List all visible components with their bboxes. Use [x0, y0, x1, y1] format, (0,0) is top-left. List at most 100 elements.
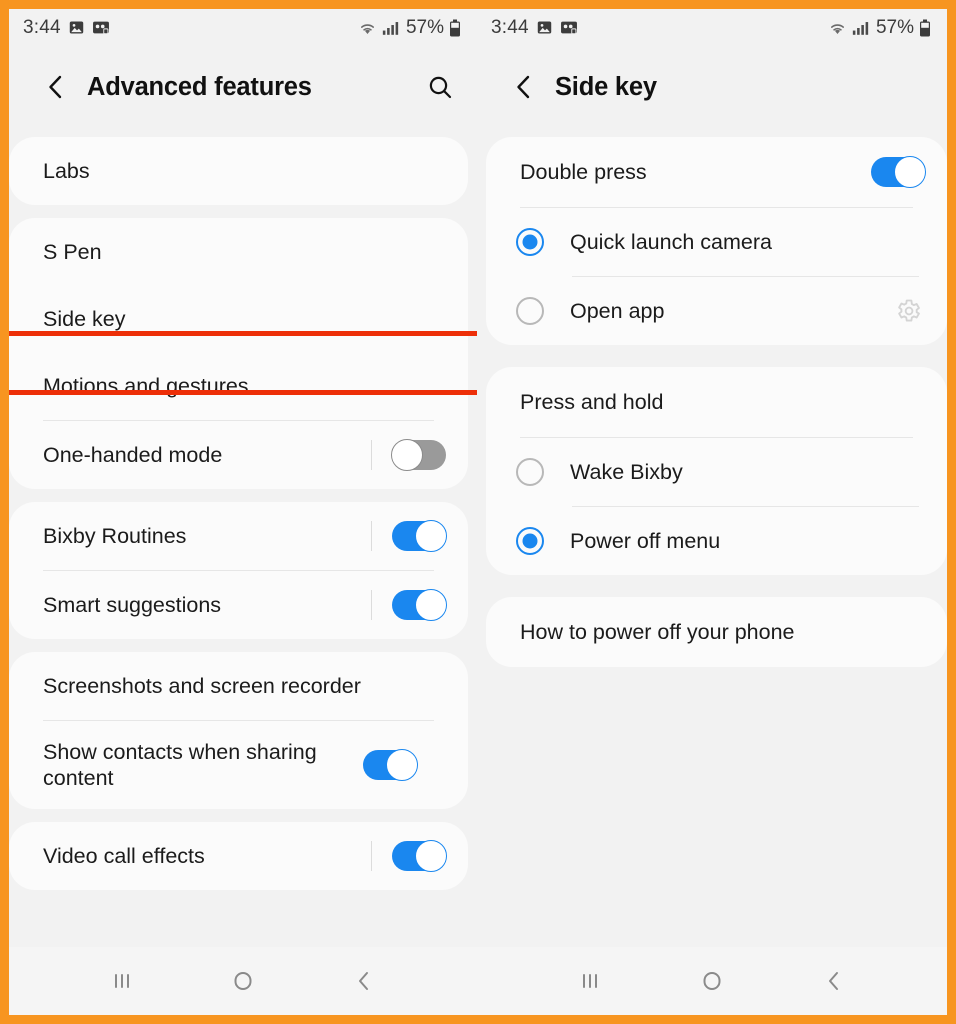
status-bar-right: 3:44 57%: [477, 9, 947, 46]
toggle-separator: [371, 841, 372, 871]
cellular-signal-icon: [382, 20, 399, 36]
list-item-label: One-handed mode: [43, 442, 223, 467]
page-title-left: Advanced features: [87, 72, 312, 101]
back-chevron-icon: [517, 75, 530, 99]
list-item-show-contacts-when-sharing-content[interactable]: Show contacts when sharing content: [9, 721, 468, 809]
gear-icon: [898, 299, 920, 322]
back-button-left[interactable]: [39, 70, 73, 104]
home-icon: [703, 972, 721, 990]
list-item-labs[interactable]: Labs: [9, 137, 468, 205]
show-contacts-toggle[interactable]: [343, 749, 418, 781]
battery-icon: [919, 19, 931, 37]
toggle-switch-off[interactable]: [391, 439, 446, 471]
list-item-quick-launch-camera[interactable]: Quick launch camera: [486, 208, 947, 276]
app-bar-left: Advanced features: [9, 46, 477, 128]
recents-icon: [583, 974, 597, 988]
navigation-bar-left: [9, 947, 477, 1015]
radio-button-selected[interactable]: [516, 527, 544, 555]
recents-button[interactable]: [96, 958, 148, 1004]
toggle-switch-on[interactable]: [363, 749, 418, 781]
toggle-knob: [415, 589, 447, 621]
press-and-hold-card: Press and hold Wake Bixby Power off menu: [486, 367, 947, 575]
bixby-routines-toggle[interactable]: [355, 520, 447, 552]
list-item-screenshots-and-screen-recorder[interactable]: Screenshots and screen recorder: [9, 652, 468, 720]
back-button-right[interactable]: [507, 70, 541, 104]
app-bar-right: Side key: [477, 46, 947, 128]
battery-percent-label: 57%: [405, 16, 444, 38]
left-phone-panel: 3:44 57% Advanced features Labs S Pen Si…: [9, 9, 477, 1015]
status-right-group: 57%: [828, 17, 931, 39]
double-press-toggle[interactable]: [855, 156, 926, 188]
page-title-right: Side key: [555, 72, 657, 101]
image-icon: [68, 19, 85, 36]
search-icon: [429, 76, 452, 99]
list-item-bixby-routines[interactable]: Bixby Routines: [9, 502, 468, 570]
back-icon: [829, 972, 838, 990]
open-app-settings-button[interactable]: [891, 294, 925, 328]
list-item-label: S Pen: [43, 239, 102, 264]
video-call-effects-toggle[interactable]: [355, 840, 447, 872]
recents-button[interactable]: [564, 958, 616, 1004]
list-item-smart-suggestions[interactable]: Smart suggestions: [9, 571, 468, 639]
status-clock: 3:44: [491, 16, 529, 38]
settings-card: Bixby Routines Smart suggestions: [9, 502, 468, 639]
settings-list-left[interactable]: Labs S Pen Side key Motions and gestures…: [9, 128, 477, 947]
list-item-one-handed-mode[interactable]: One-handed mode: [9, 421, 468, 489]
home-button[interactable]: [686, 958, 738, 1004]
list-item-motions-and-gestures[interactable]: Motions and gestures: [9, 352, 468, 420]
list-item-label: Bixby Routines: [43, 523, 187, 548]
list-item-open-app[interactable]: Open app: [486, 277, 947, 345]
toggle-knob: [391, 439, 423, 471]
smart-suggestions-toggle[interactable]: [355, 589, 447, 621]
radio-button-unselected[interactable]: [516, 297, 544, 325]
list-item-label: Side key: [43, 306, 126, 331]
list-item-label: Power off menu: [570, 528, 721, 553]
list-item-s-pen[interactable]: S Pen: [9, 218, 468, 286]
settings-list-right[interactable]: Double press Quick launch camera Open ap…: [477, 128, 947, 947]
list-item-video-call-effects[interactable]: Video call effects: [9, 822, 468, 890]
list-item-side-key[interactable]: Side key: [9, 286, 468, 352]
double-press-card: Double press Quick launch camera Open ap…: [486, 137, 947, 345]
radio-button-selected[interactable]: [516, 228, 544, 256]
back-button-nav[interactable]: [808, 958, 860, 1004]
home-button[interactable]: [217, 958, 269, 1004]
list-item-label: How to power off your phone: [520, 619, 795, 644]
screenshot-frame: 3:44 57% Advanced features Labs S Pen Si…: [0, 0, 956, 1024]
list-item-label: Wake Bixby: [570, 459, 683, 484]
search-button[interactable]: [423, 70, 457, 104]
back-button-nav[interactable]: [338, 958, 390, 1004]
list-item-press-and-hold: Press and hold: [486, 367, 947, 437]
recents-icon: [114, 974, 129, 988]
cellular-signal-icon: [852, 20, 869, 36]
battery-percent-label: 57%: [875, 16, 914, 38]
toggle-switch-on[interactable]: [392, 840, 447, 872]
status-left-group: 3:44: [23, 17, 110, 39]
toggle-knob: [415, 840, 447, 872]
list-item-wake-bixby[interactable]: Wake Bixby: [486, 438, 947, 506]
list-item-label: Motions and gestures: [43, 373, 249, 398]
list-item-power-off-menu[interactable]: Power off menu: [486, 507, 947, 575]
list-item-label: Labs: [43, 158, 90, 183]
status-clock: 3:44: [23, 16, 61, 38]
settings-card: Labs: [9, 137, 468, 205]
toggle-switch-on[interactable]: [871, 156, 926, 188]
back-icon: [359, 972, 369, 990]
radio-button-unselected[interactable]: [516, 458, 544, 486]
wifi-icon: [358, 20, 377, 36]
toggle-knob: [386, 749, 418, 781]
how-to-power-off-card: How to power off your phone: [486, 597, 947, 667]
settings-card: Screenshots and screen recorder Show con…: [9, 652, 468, 809]
list-item-label: Smart suggestions: [43, 592, 222, 617]
list-item-label: Screenshots and screen recorder: [43, 673, 361, 698]
screen-record-icon: [560, 19, 578, 36]
list-item-how-to-power-off-your-phone[interactable]: How to power off your phone: [486, 597, 947, 667]
one-handed-mode-toggle[interactable]: [355, 439, 446, 471]
toggle-separator: [371, 521, 372, 551]
navigation-bar-right: [477, 947, 947, 1015]
list-item-double-press[interactable]: Double press: [486, 137, 947, 207]
toggle-switch-on[interactable]: [392, 520, 447, 552]
list-item-label: Double press: [520, 159, 647, 184]
toggle-switch-on[interactable]: [392, 589, 447, 621]
settings-card: S Pen Side key Motions and gestures One-…: [9, 218, 468, 489]
list-item-label: Quick launch camera: [570, 229, 772, 254]
